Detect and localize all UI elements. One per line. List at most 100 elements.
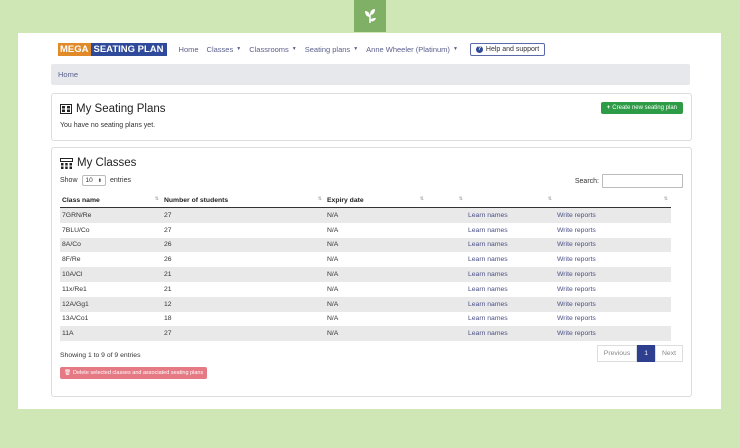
app-window: MEGA SEATING PLAN Home Classes ▼ Classroo… — [18, 33, 721, 409]
expiry-cell: N/A — [325, 237, 427, 253]
col-students[interactable]: Number of students ⇅ — [162, 194, 325, 208]
col-expiry[interactable]: Expiry date ⇅ — [325, 194, 427, 208]
expiry-cell: N/A — [327, 226, 339, 234]
col-expiry-label: Expiry date — [327, 197, 364, 204]
blank-cell — [427, 237, 466, 253]
seating-plan-icon — [60, 104, 72, 114]
learn-names-link[interactable]: Learn names — [466, 252, 555, 267]
table-row[interactable]: 7GRN/Re 27 N/A Learn names Write reports — [60, 207, 671, 223]
write-reports-link[interactable]: Write reports — [555, 267, 671, 282]
table-row[interactable]: 10A/Cl 21 N/A Learn names Write reports — [60, 267, 671, 282]
blank-cell — [427, 207, 466, 223]
pagination: Previous 1 Next — [596, 345, 683, 362]
blank-cell — [427, 296, 466, 312]
caret-down-icon: ▼ — [236, 46, 242, 52]
students-cell: 26 — [164, 256, 172, 264]
caret-down-icon: ▼ — [452, 46, 458, 52]
delete-classes-button[interactable]: 🗑 Delete selected classes and associated… — [60, 367, 208, 379]
learn-names-link[interactable]: Learn names — [466, 326, 555, 342]
col-class-name[interactable]: Class name ⇅ — [60, 194, 162, 208]
col-learn[interactable]: ⇅ — [466, 194, 555, 208]
write-reports-link[interactable]: Write reports — [555, 282, 671, 297]
create-seating-plan-button[interactable]: + Create new seating plan — [600, 102, 683, 114]
breadcrumb-home[interactable]: Home — [58, 70, 78, 79]
nav-user-menu[interactable]: Anne Wheeler (Platinum) ▼ — [366, 45, 458, 54]
write-reports-link[interactable]: Write reports — [555, 296, 671, 312]
search-label: Search: — [574, 177, 599, 185]
entries-select[interactable]: 10 ⬍ — [81, 175, 106, 186]
pager-next[interactable]: Next — [655, 345, 683, 362]
nav-classrooms[interactable]: Classrooms ▼ — [249, 45, 297, 54]
create-seating-plan-label: Create new seating plan — [612, 105, 677, 111]
learn-names-link[interactable]: Learn names — [466, 267, 555, 282]
class-name-cell: 7BLU/Co — [62, 226, 90, 234]
table-search: Search: — [575, 174, 683, 188]
table-row[interactable]: 8A/Co 26 N/A Learn names Write reports — [60, 237, 671, 253]
table-row[interactable]: 11x/Re1 21 N/A Learn names Write reports — [60, 282, 671, 297]
pager-page-1[interactable]: 1 — [637, 345, 656, 362]
classes-title: My Classes — [60, 157, 136, 169]
class-name-cell: 7GRN/Re — [60, 207, 162, 223]
col-students-label: Number of students — [164, 197, 229, 204]
table-row[interactable]: 7BLU/Co 27 N/A Learn names Write reports — [60, 223, 671, 238]
class-name-cell: 8F/Re — [62, 256, 81, 264]
learn-names-link[interactable]: Learn names — [466, 223, 555, 238]
app-badge — [354, 0, 386, 32]
learn-names-link[interactable]: Learn names — [466, 237, 555, 253]
classroom-icon — [60, 157, 73, 169]
nav-user-label: Anne Wheeler (Platinum) — [366, 44, 450, 54]
class-name-cell: 12A/Gg1 — [60, 296, 162, 312]
nav-seating-plans[interactable]: Seating plans ▼ — [305, 45, 358, 54]
help-button[interactable]: ? Help and support — [469, 42, 546, 56]
plus-icon: + — [606, 105, 611, 111]
logo-mega: MEGA — [58, 42, 91, 56]
col-class-name-label: Class name — [62, 197, 100, 204]
students-cell: 27 — [164, 226, 172, 234]
table-row[interactable]: 13A/Co1 18 N/A Learn names Write reports — [60, 312, 671, 327]
nav-classes[interactable]: Classes ▼ — [207, 45, 242, 54]
sort-icon: ⇅ — [317, 196, 322, 202]
seating-plans-panel: My Seating Plans You have no seating pla… — [51, 93, 692, 141]
write-reports-link[interactable]: Write reports — [555, 223, 671, 238]
col-reports[interactable]: ⇅ — [555, 194, 671, 208]
show-label: Show — [60, 177, 78, 184]
sort-icon: ⇅ — [154, 196, 159, 202]
write-reports-link[interactable]: Write reports — [555, 237, 671, 253]
write-reports-link[interactable]: Write reports — [555, 312, 671, 327]
learn-names-link[interactable]: Learn names — [466, 207, 555, 223]
delete-classes-label: Delete selected classes and associated s… — [72, 370, 204, 376]
table-row[interactable]: 12A/Gg1 12 N/A Learn names Write reports — [60, 296, 671, 312]
students-cell: 27 — [162, 326, 325, 342]
logo[interactable]: MEGA SEATING PLAN — [58, 42, 167, 56]
logo-seating-plan: SEATING PLAN — [90, 42, 167, 56]
nav-classrooms-label: Classrooms — [249, 44, 289, 54]
learn-names-link[interactable]: Learn names — [466, 312, 555, 327]
learn-names-link[interactable]: Learn names — [466, 296, 555, 312]
expiry-cell: N/A — [325, 267, 427, 282]
seating-plans-title: My Seating Plans — [60, 103, 166, 115]
seating-plans-title-text: My Seating Plans — [76, 103, 166, 115]
write-reports-link[interactable]: Write reports — [555, 326, 671, 342]
updown-icon: ⬍ — [97, 177, 102, 184]
class-name-cell: 11x/Re1 — [62, 285, 87, 293]
class-name-cell: 10A/Cl — [60, 267, 162, 282]
expiry-cell: N/A — [327, 285, 339, 293]
sort-icon: ⇅ — [458, 196, 463, 202]
write-reports-link[interactable]: Write reports — [555, 252, 671, 267]
learn-names-link[interactable]: Learn names — [466, 282, 555, 297]
write-reports-link[interactable]: Write reports — [555, 207, 671, 223]
blank-cell — [427, 282, 466, 297]
col-blank-1[interactable]: ⇅ — [427, 194, 466, 208]
students-cell: 12 — [162, 296, 325, 312]
table-row[interactable]: 11A 27 N/A Learn names Write reports — [60, 326, 671, 342]
entries-length-control: Show 10 ⬍ entries — [60, 175, 131, 186]
entries-select-value: 10 — [85, 177, 93, 184]
students-cell: 21 — [164, 285, 172, 293]
help-button-label: Help and support — [485, 45, 540, 53]
students-cell: 21 — [162, 267, 325, 282]
pager-previous[interactable]: Previous — [596, 345, 638, 362]
nav-home[interactable]: Home — [179, 45, 199, 54]
search-input[interactable] — [602, 174, 683, 188]
table-row[interactable]: 8F/Re 26 N/A Learn names Write reports — [60, 252, 671, 267]
table-info: Showing 1 to 9 of 9 entries — [60, 352, 141, 359]
